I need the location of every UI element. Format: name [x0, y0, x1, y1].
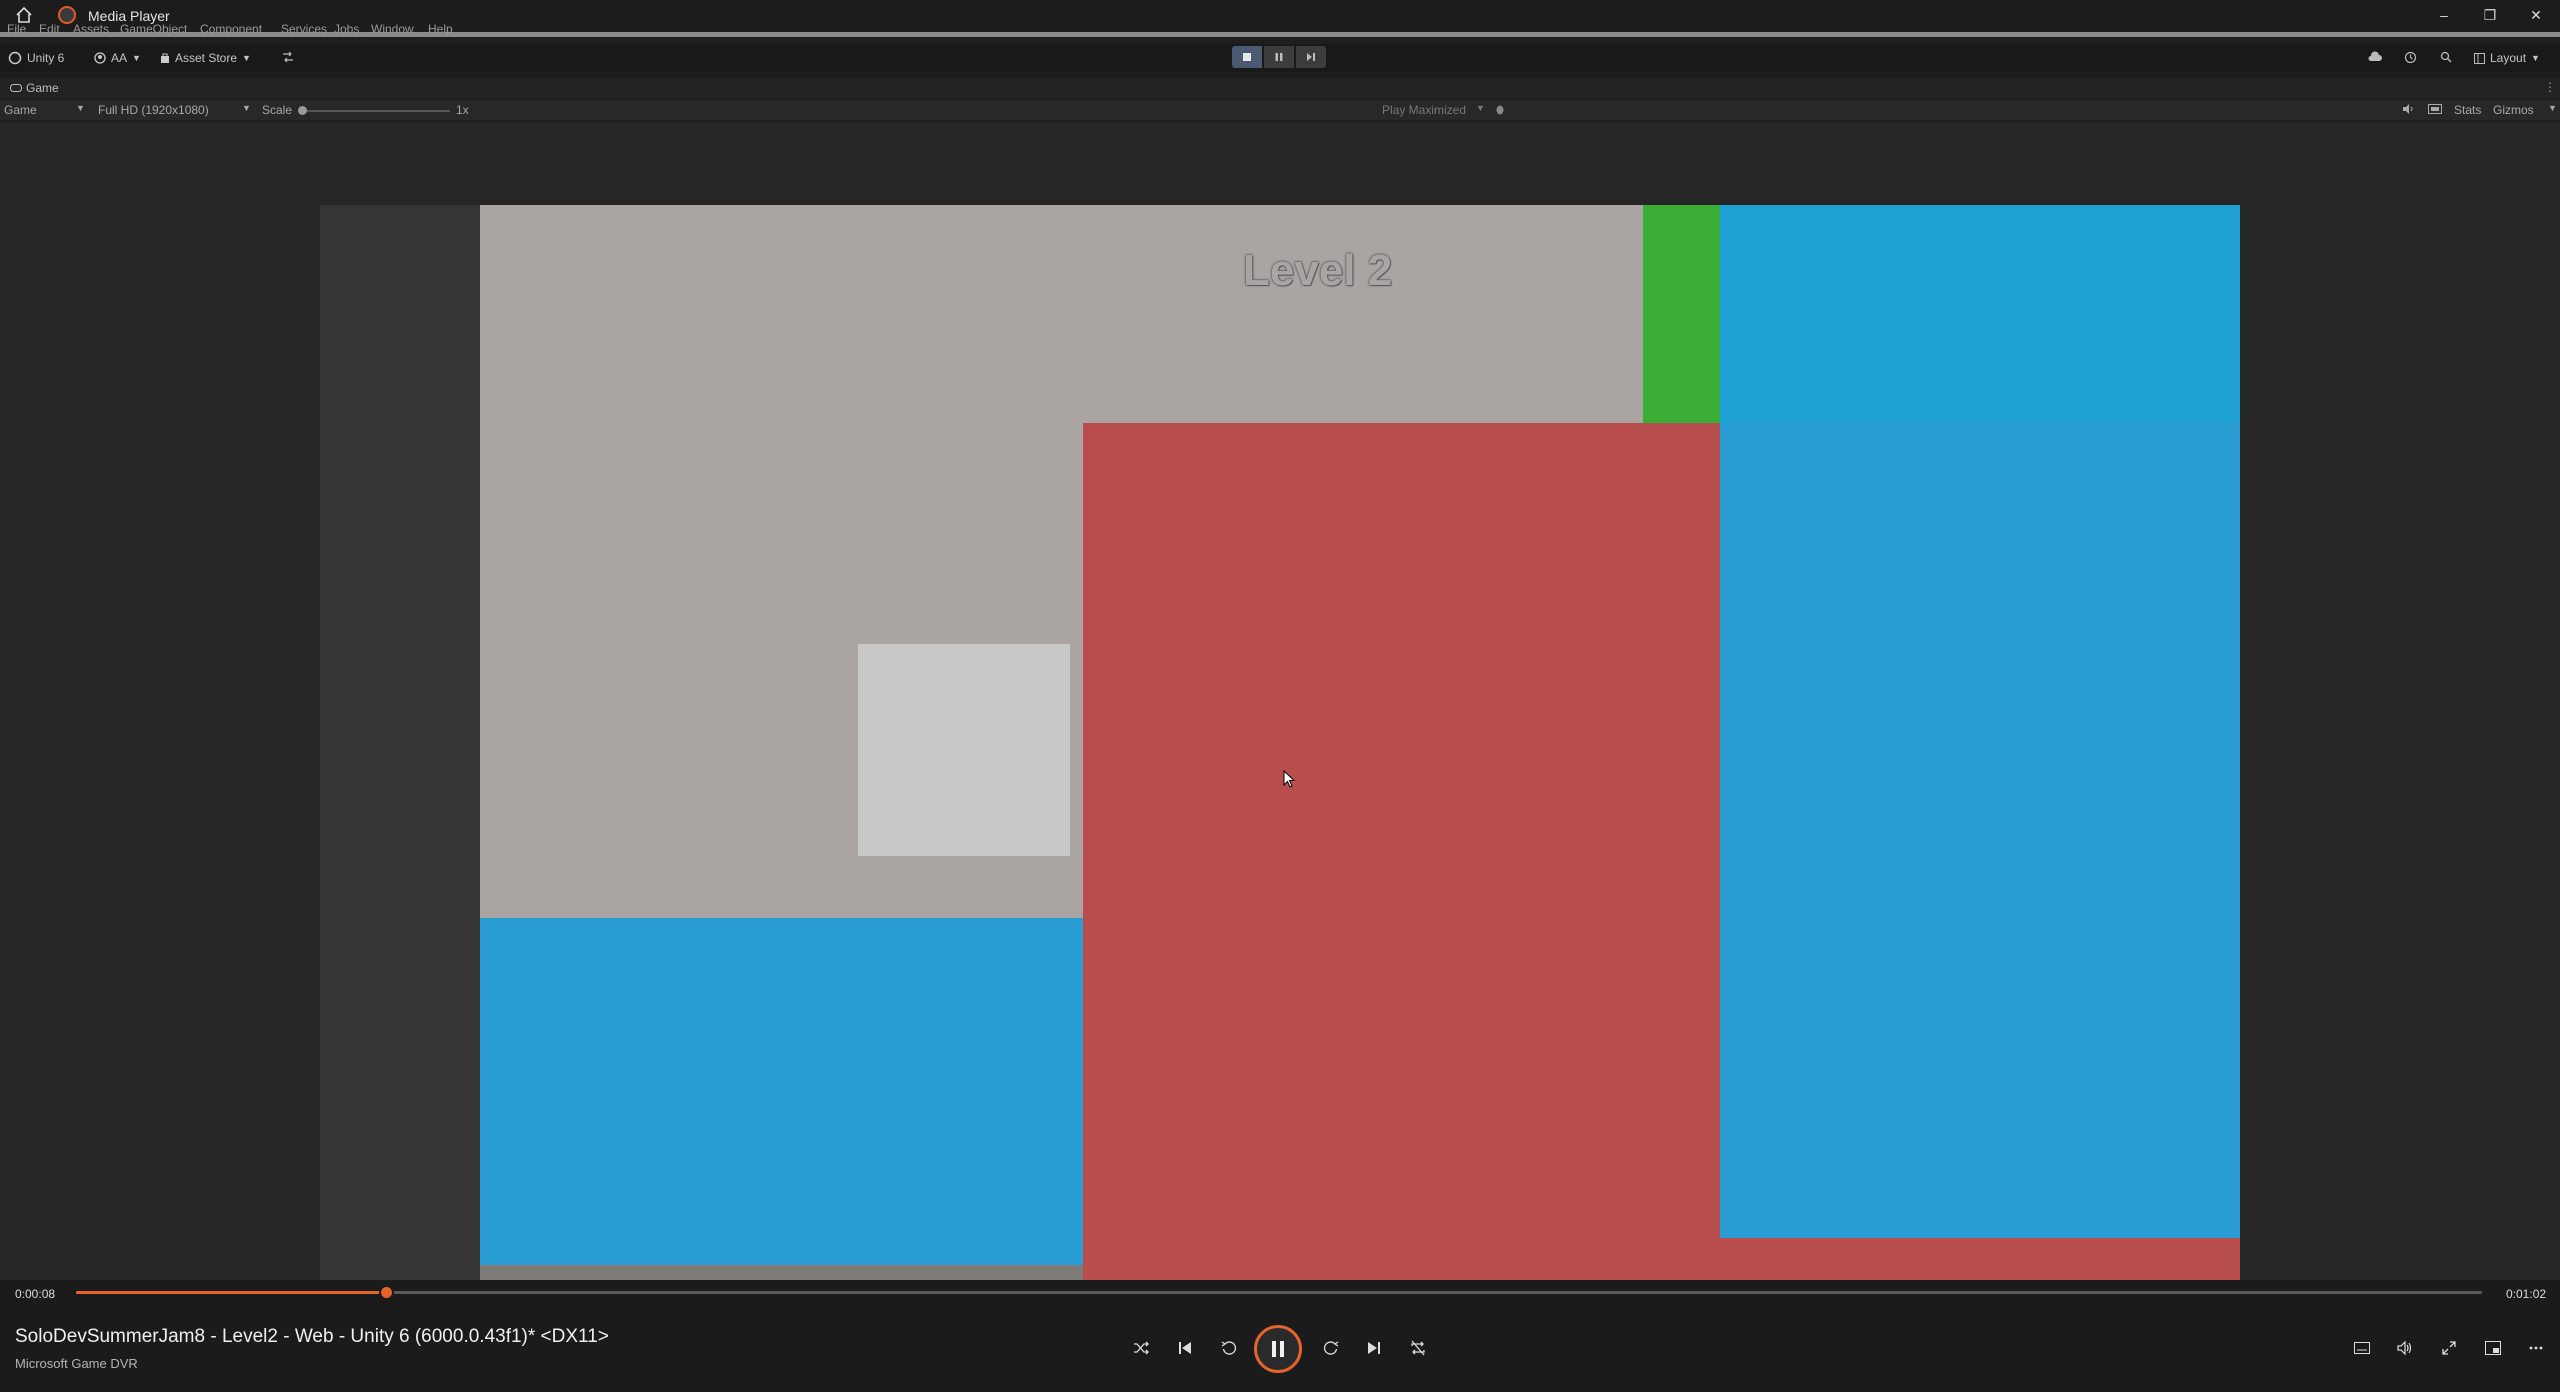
mute-icon[interactable]	[2402, 103, 2414, 115]
left-side-panel	[320, 205, 480, 1280]
rewind-icon	[1221, 1341, 1237, 1355]
account-button[interactable]: Unity 6	[8, 51, 64, 65]
scale-value: 1x	[456, 103, 469, 117]
repeat-off-icon	[1411, 1340, 1425, 1356]
layout-label: Layout	[2490, 51, 2527, 65]
blue-block-top	[1720, 205, 2240, 423]
more-options-icon[interactable]: ⋮	[2544, 80, 2556, 94]
layout-dropdown[interactable]: Layout ▼	[2474, 51, 2540, 65]
user-dropdown[interactable]: AA ▼	[94, 51, 141, 65]
fullscreen-button[interactable]	[2435, 1334, 2463, 1362]
asset-store-label: Asset Store	[175, 51, 238, 65]
seek-bar[interactable]	[76, 1291, 2482, 1294]
menu-help[interactable]: Help	[428, 22, 453, 36]
play-stop-button[interactable]	[1232, 46, 1262, 68]
account-label: Unity 6	[27, 51, 65, 65]
aspect-icon[interactable]	[2428, 103, 2442, 115]
menu-gameobject[interactable]: GameObject	[120, 22, 187, 36]
resolution-dropdown[interactable]: Full HD (1920x1080)	[98, 103, 209, 117]
more-options-button[interactable]	[2522, 1334, 2550, 1362]
game-view[interactable]: Level 2	[0, 122, 2560, 1280]
stats-button[interactable]: Stats	[2454, 103, 2481, 117]
chevron-down-icon: ▼	[2548, 103, 2557, 113]
chevron-down-icon: ▼	[242, 103, 251, 113]
captions-icon	[2354, 1342, 2370, 1354]
current-time: 0:00:08	[15, 1287, 56, 1301]
step-icon	[1307, 53, 1315, 61]
bug-icon[interactable]	[1494, 103, 1506, 115]
total-time: 0:01:02	[2506, 1287, 2547, 1301]
display-dropdown[interactable]: Game	[4, 103, 37, 117]
play-mode-dropdown[interactable]: Play Maximized	[1382, 103, 1466, 117]
play-pause-button[interactable]	[1254, 1325, 1302, 1373]
scale-slider-thumb[interactable]	[298, 106, 307, 115]
mouse-cursor-icon	[1283, 770, 1295, 788]
shuffle-icon	[1134, 1341, 1149, 1355]
blue-block-bottom-left	[480, 918, 1083, 1265]
user-icon	[94, 52, 106, 64]
chevron-down-icon: ▼	[242, 53, 251, 63]
pause-icon	[1275, 53, 1283, 61]
pause-button[interactable]	[1264, 46, 1294, 68]
user-label: AA	[111, 51, 128, 65]
asset-store-dropdown[interactable]: Asset Store ▼	[160, 51, 251, 65]
tab-game[interactable]: Game	[10, 81, 59, 95]
forward-30-button[interactable]	[1317, 1334, 1345, 1362]
menu-edit[interactable]: Edit	[39, 22, 60, 36]
next-icon	[1368, 1342, 1380, 1354]
play-controls	[1232, 46, 1326, 68]
gizmos-button[interactable]: Gizmos	[2493, 103, 2534, 117]
menu-jobs[interactable]: Jobs	[334, 22, 359, 36]
gamepad-icon	[10, 84, 22, 92]
expand-icon	[2442, 1341, 2456, 1355]
scale-slider-track[interactable]	[300, 110, 450, 112]
chevron-down-icon: ▼	[2531, 53, 2540, 63]
chevron-down-icon: ▼	[1476, 103, 1485, 113]
unity-logo-icon	[8, 51, 22, 65]
pause-icon	[1272, 1341, 1284, 1357]
menu-component[interactable]: Component	[200, 22, 262, 36]
seek-bar-progress	[76, 1291, 387, 1294]
player-box	[858, 644, 1070, 856]
cloud-icon[interactable]	[2368, 51, 2382, 63]
scale-label: Scale	[262, 103, 293, 117]
level-title: Level 2	[1243, 246, 1393, 295]
next-button[interactable]	[1360, 1334, 1388, 1362]
menu-assets[interactable]: Assets	[73, 22, 109, 36]
game-view-toolbar: Game ▼ Full HD (1920x1080) ▼ Scale 1x Pl…	[0, 100, 2560, 120]
forward-icon	[1323, 1341, 1339, 1355]
step-button[interactable]	[1296, 46, 1326, 68]
version-control-icon[interactable]	[282, 51, 294, 63]
mini-player-icon	[2485, 1341, 2501, 1355]
green-block	[1643, 205, 1720, 423]
previous-icon	[1179, 1342, 1191, 1354]
menu-services[interactable]: Services	[281, 22, 327, 36]
rewind-10-button[interactable]	[1215, 1334, 1243, 1362]
blue-block-right	[1720, 423, 2240, 1238]
layout-icon	[2474, 52, 2485, 64]
previous-button[interactable]	[1171, 1334, 1199, 1362]
ellipsis-icon	[2529, 1346, 2543, 1350]
search-icon[interactable]	[2440, 51, 2452, 63]
game-tab-bar: Game ⋮	[0, 78, 2560, 98]
menu-window[interactable]: Window	[371, 22, 414, 36]
floor-strip	[480, 1265, 1083, 1280]
unity-menu-bar: File Edit Assets GameObject Component Se…	[0, 22, 2560, 36]
repeat-off-button[interactable]	[1404, 1334, 1432, 1362]
chevron-down-icon: ▼	[76, 103, 85, 113]
tab-game-label: Game	[26, 81, 59, 95]
stop-icon	[1243, 53, 1251, 61]
shuffle-button[interactable]	[1127, 1334, 1155, 1362]
media-title: SoloDevSummerJam8 - Level2 - Web - Unity…	[15, 1326, 609, 1347]
volume-icon	[2397, 1341, 2412, 1355]
volume-button[interactable]	[2391, 1334, 2419, 1362]
chevron-down-icon: ▼	[132, 53, 141, 63]
mini-player-button[interactable]	[2479, 1334, 2507, 1362]
media-subtitle: Microsoft Game DVR	[15, 1356, 138, 1371]
captions-button[interactable]	[2348, 1334, 2376, 1362]
bag-icon	[161, 53, 169, 63]
history-icon[interactable]	[2404, 51, 2417, 64]
menu-file[interactable]: File	[7, 22, 26, 36]
